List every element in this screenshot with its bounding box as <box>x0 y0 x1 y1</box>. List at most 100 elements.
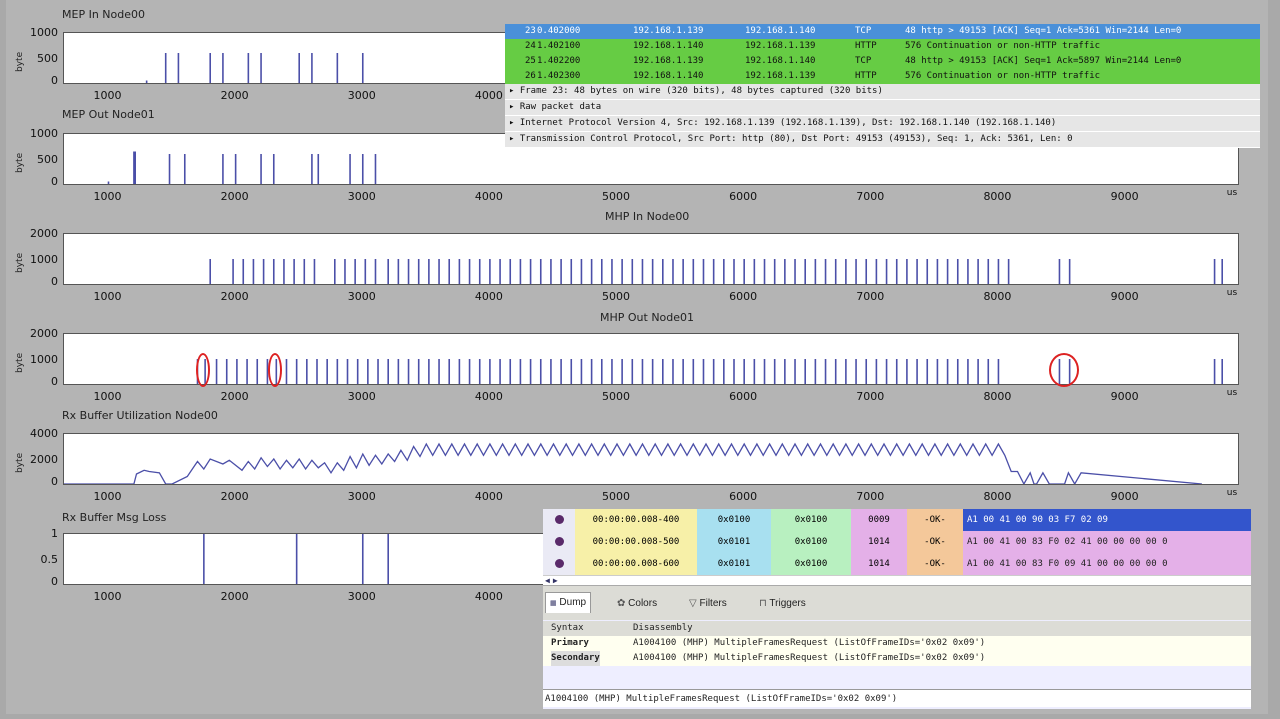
packet-no: 26 <box>525 71 536 81</box>
packet-info: 576 Continuation or non-HTTP traffic <box>905 41 1101 51</box>
chart-title: MHP In Node00 <box>605 210 690 223</box>
x-tick-label: 7000 <box>856 490 885 503</box>
y-axis-label: byte <box>15 452 25 473</box>
packet-detail-row[interactable]: ▸ Frame 23: 48 bytes on wire (320 bits),… <box>505 84 1260 100</box>
y-tick-label: 1000 <box>30 253 58 266</box>
frame-row[interactable]: 00:00:00.008-600 0x0101 0x0100 1014 -OK- A1 0… <box>543 553 1251 575</box>
packet-row[interactable]: 26 1.402300 192.168.1.140 192.168.1.139 HTTP… <box>505 69 1260 84</box>
x-tick-label: 3000 <box>347 490 376 503</box>
x-tick-label: 9000 <box>1110 390 1139 403</box>
x-tick-label: 8000 <box>983 490 1012 503</box>
scroll-right-icon[interactable]: ▶ <box>553 576 558 585</box>
y-tick-label: 2000 <box>30 453 58 466</box>
packet-info: 48 http > 49153 [ACK] Seq=1 Ack=5897 Win… <box>905 56 1182 66</box>
x-tick-label: 1000 <box>93 290 122 303</box>
x-tick-label: 3000 <box>347 390 376 403</box>
chart-title: Rx Buffer Msg Loss <box>62 511 167 524</box>
x-unit-label: us <box>1226 388 1238 398</box>
syntax-table: Syntax Disassembly Primary A1004100 (MHP… <box>543 621 1251 666</box>
packet-detail-row[interactable]: ▸ Raw packet data <box>505 100 1260 116</box>
tab-label: Colors <box>628 598 658 609</box>
syntax-row-secondary[interactable]: Secondary A1004100 (MHP) MultipleFramesR… <box>543 651 1251 666</box>
y-tick-label: 1000 <box>30 127 58 140</box>
frame-id1: 0x0101 <box>697 553 771 575</box>
y-tick-label: 0.5 <box>40 553 59 566</box>
packet-proto: TCP <box>855 56 872 66</box>
syntax-row-primary[interactable]: Primary A1004100 (MHP) MultipleFramesReq… <box>543 636 1251 651</box>
x-tick-label: 7000 <box>856 390 885 403</box>
tab-label: Triggers <box>769 598 806 609</box>
colors-icon: ✿ <box>617 598 626 609</box>
scroll-left-icon[interactable]: ◀ <box>545 576 550 585</box>
y-tick-label: 0 <box>51 575 58 588</box>
x-tick-label: 5000 <box>602 390 631 403</box>
y-tick-label: 4000 <box>30 427 58 440</box>
x-tick-label: 2000 <box>220 190 249 203</box>
frame-data: A1 00 41 00 83 F0 02 41 00 00 00 00 0 <box>963 531 1251 553</box>
packet-dst: 192.168.1.140 <box>745 26 816 36</box>
packet-time: 1.402300 <box>537 71 581 81</box>
y-tick-label: 2000 <box>30 327 58 340</box>
x-tick-label: 4000 <box>474 290 503 303</box>
frame-status: -OK- <box>907 553 963 575</box>
trigger-icon: ⊓ <box>759 598 767 609</box>
y-tick-label: 0 <box>51 74 58 87</box>
frame-status-dot-icon <box>543 531 575 553</box>
packet-no: 25 <box>525 56 536 66</box>
packet-detail-row[interactable]: ▸ Internet Protocol Version 4, Src: 192.… <box>505 116 1260 132</box>
x-tick-label: 1000 <box>93 390 122 403</box>
x-tick-label: 7000 <box>856 190 885 203</box>
x-tick-label: 3000 <box>347 590 376 603</box>
syntax-column-header: Syntax <box>551 623 584 633</box>
packet-row[interactable]: 24 1.402100 192.168.1.140 192.168.1.139 HTTP… <box>505 39 1260 54</box>
frame-row[interactable]: 00:00:00.008-400 0x0100 0x0100 0009 -OK- A1 0… <box>543 509 1251 531</box>
disassembly-column-header: Disassembly <box>633 623 693 633</box>
x-unit-label: us <box>1226 288 1238 298</box>
y-axis-label: byte <box>15 51 25 72</box>
highlight-marker <box>1048 353 1079 387</box>
chart-title: MHP Out Node01 <box>600 311 695 324</box>
frame-status-dot-icon <box>543 553 575 575</box>
packet-src: 192.168.1.140 <box>633 71 704 81</box>
packet-time: 1.402200 <box>537 56 581 66</box>
packet-row[interactable]: 25 1.402200 192.168.1.139 192.168.1.140 TCP 4… <box>505 54 1260 69</box>
x-tick-label: 2000 <box>220 290 249 303</box>
frame-row[interactable]: 00:00:00.008-500 0x0101 0x0100 1014 -OK- A1 0… <box>543 531 1251 553</box>
packet-src: 192.168.1.140 <box>633 41 704 51</box>
plot-svg <box>64 442 1202 484</box>
chart-title: MEP Out Node01 <box>62 108 155 121</box>
tab-dump[interactable]: ▦ Dump <box>545 592 592 613</box>
y-axis-label: byte <box>15 152 25 173</box>
x-tick-label: 8000 <box>983 390 1012 403</box>
highlight-marker <box>195 353 210 387</box>
tab-bar: ▦ Dump ✿ Colors ▽ Filters ⊓ Triggers <box>543 585 1251 620</box>
x-tick-label: 6000 <box>729 390 758 403</box>
x-tick-label: 3000 <box>347 89 376 102</box>
x-tick-label: 3000 <box>347 290 376 303</box>
syntax-label: Primary <box>551 638 589 648</box>
chart-title: Rx Buffer Utilization Node00 <box>62 409 218 422</box>
frame-len: 1014 <box>851 531 907 553</box>
y-tick-label: 1000 <box>30 353 58 366</box>
tab-colors[interactable]: ✿ Colors <box>617 594 657 614</box>
syntax-label: Secondary <box>551 651 600 666</box>
tab-filters[interactable]: ▽ Filters <box>689 594 727 614</box>
filter-icon: ▽ <box>689 598 697 609</box>
frame-list: 00:00:00.008-400 0x0100 0x0100 0009 -OK- A1 0… <box>543 509 1251 575</box>
packet-src: 192.168.1.139 <box>633 26 704 36</box>
packet-row[interactable]: 23 0.402000 192.168.1.139 192.168.1.140 TCP 4… <box>505 24 1260 39</box>
packet-list: 23 0.402000 192.168.1.139 192.168.1.140 TCP 4… <box>505 24 1260 84</box>
y-tick-label: 1000 <box>30 26 58 39</box>
frame-data: A1 00 41 00 83 F0 09 41 00 00 00 00 0 <box>963 553 1251 575</box>
x-tick-label: 2000 <box>220 490 249 503</box>
x-unit-label: us <box>1226 488 1238 498</box>
packet-detail-row[interactable]: ▸ Transmission Control Protocol, Src Por… <box>505 132 1260 148</box>
tab-triggers[interactable]: ⊓ Triggers <box>759 594 806 614</box>
plot-svg <box>209 259 1224 284</box>
frame-id2: 0x0100 <box>771 553 851 575</box>
x-tick-label: 2000 <box>220 590 249 603</box>
packet-no: 23 <box>525 26 536 36</box>
y-axis-label: byte <box>15 352 25 373</box>
x-tick-label: 9000 <box>1110 290 1139 303</box>
packet-proto: TCP <box>855 26 872 36</box>
